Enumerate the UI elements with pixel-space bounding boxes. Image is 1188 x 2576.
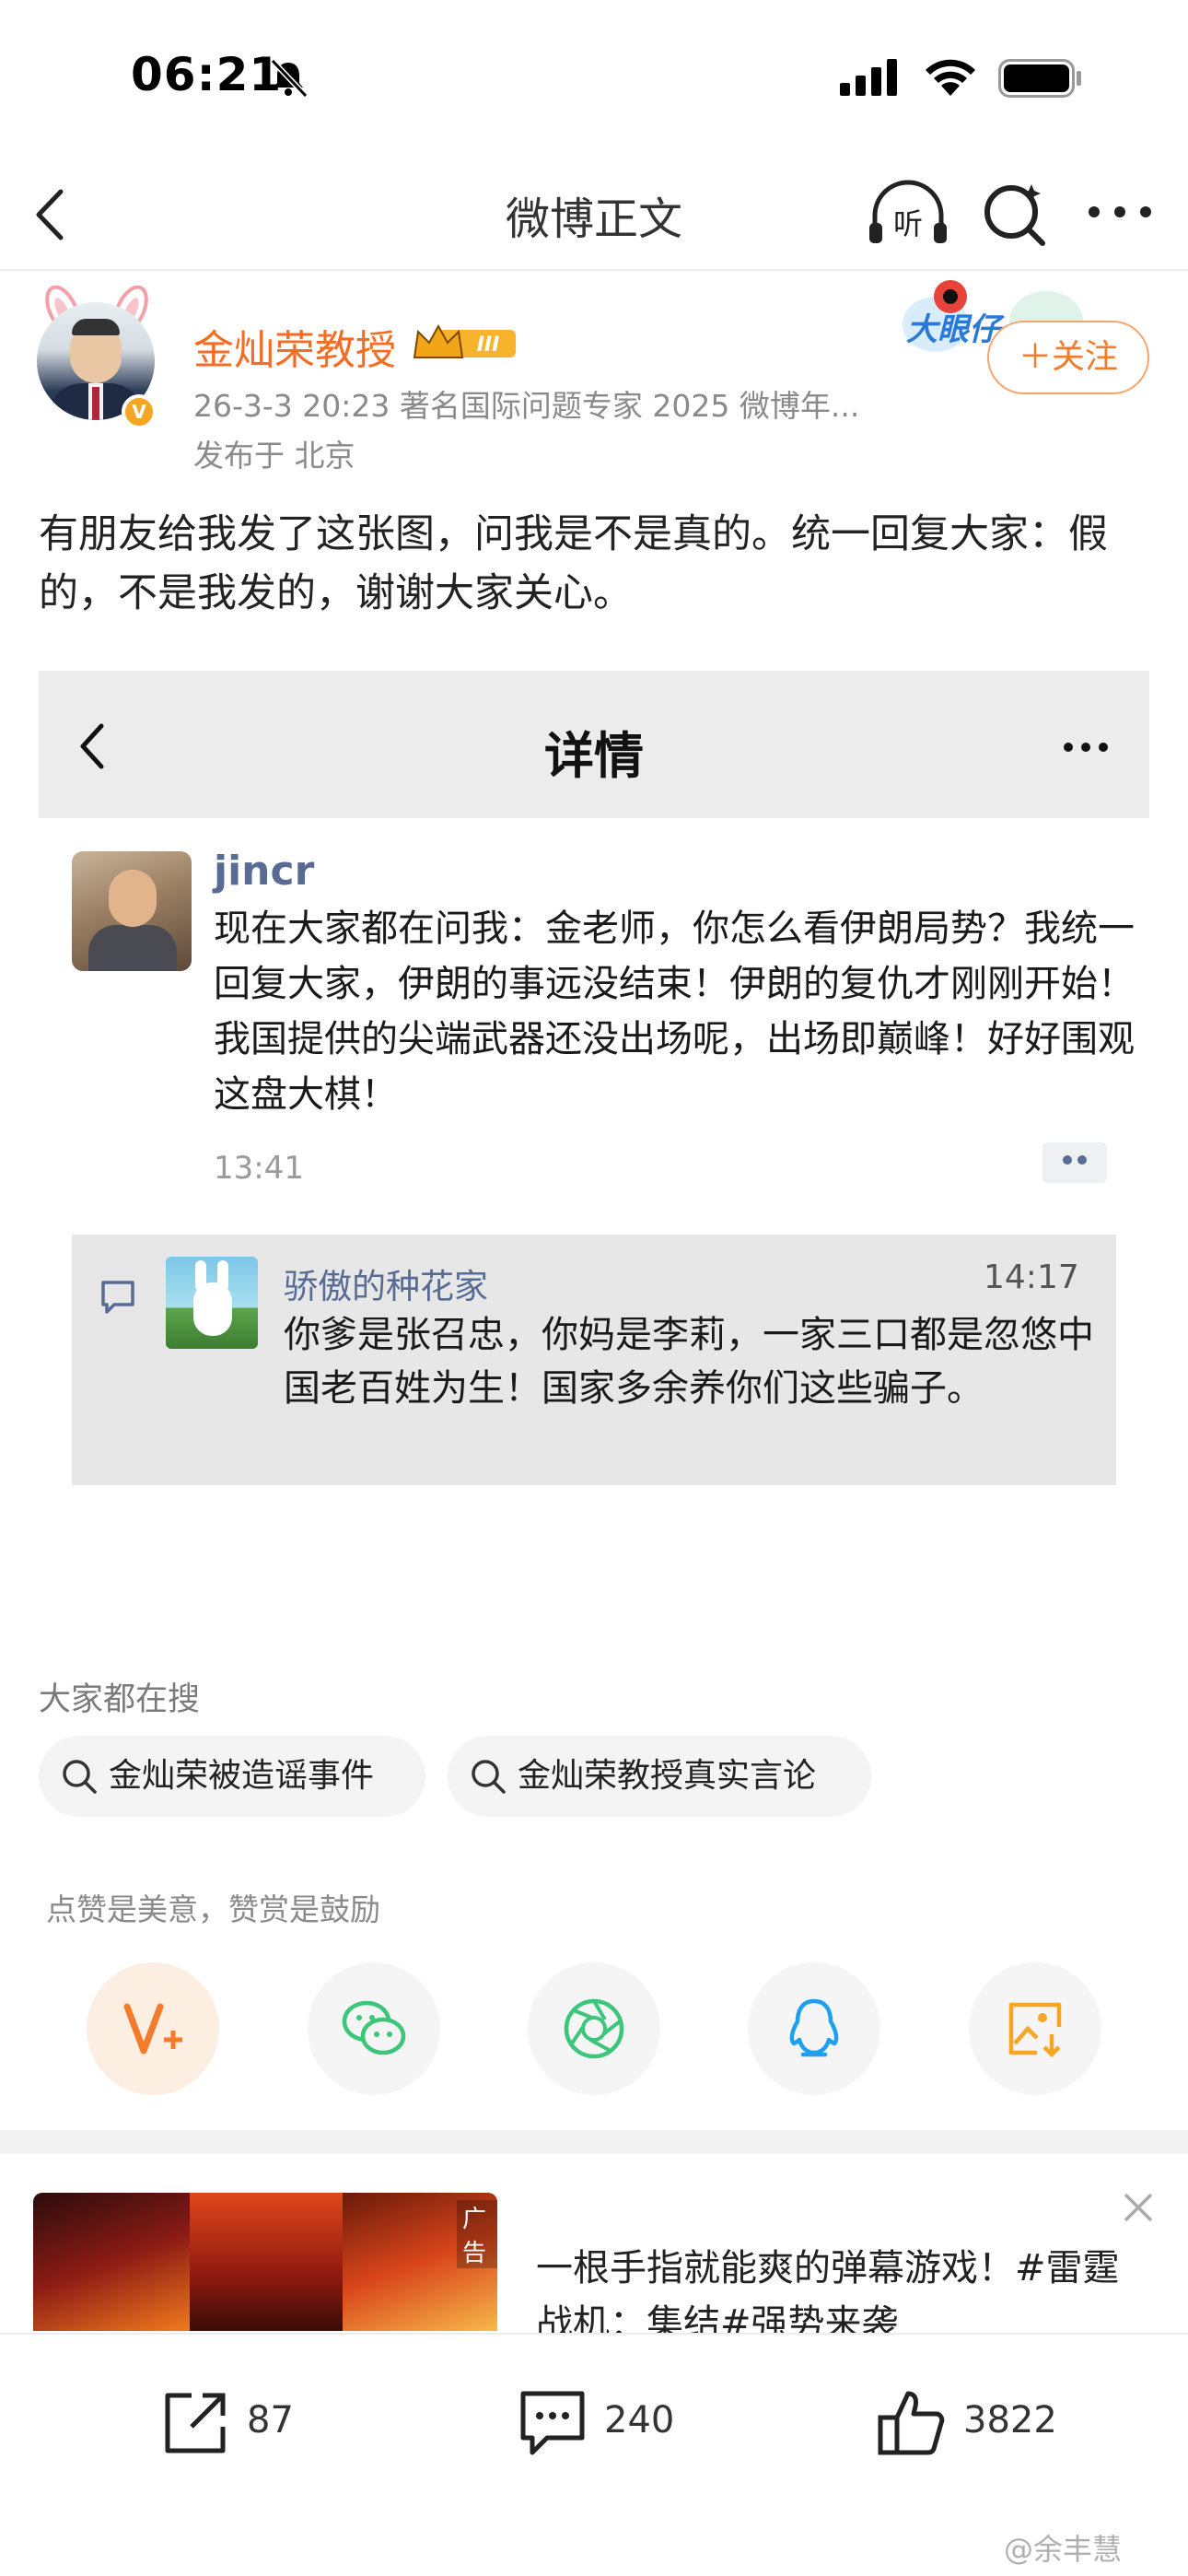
ad-tag: 广告 [457, 2200, 497, 2268]
embedded-post-time: 13:41 [214, 1150, 304, 1187]
reward-button[interactable] [87, 1962, 219, 2095]
embedded-title: 详情 [544, 727, 644, 785]
reply-user-avatar [166, 1257, 258, 1349]
comment-icon [520, 2391, 585, 2455]
search-icon [472, 1760, 506, 1794]
author-name[interactable]: 金灿荣教授 [193, 317, 396, 376]
search-chip[interactable]: 金灿荣教授真实言论 [448, 1736, 871, 1817]
post-meta: 26-3-3 20:23 著名国际问题专家 2025 微博年... [193, 388, 860, 424]
battery-icon [998, 59, 1081, 98]
embedded-post-text: 现在大家都在问我：金老师，你怎么看伊朗局势？我统一回复大家，伊朗的事远没结束！伊… [214, 907, 1135, 1116]
level-badge-text: III [477, 334, 500, 357]
save-image-icon [1008, 2002, 1062, 2058]
post-text: 有朋友给我发了这张图，问我是不是真的。统一回复大家：假的，不是我发的，谢谢大家关… [39, 511, 1108, 616]
sticker-text: 大眼仔 [906, 311, 1000, 348]
vip-crown-badge-icon: III [413, 323, 516, 358]
moments-icon [564, 1998, 624, 2059]
share-moments-button[interactable] [528, 1962, 660, 2095]
status-bar: 06:21 [0, 0, 1188, 157]
repost-count: 87 [247, 2399, 294, 2441]
section-divider [0, 2130, 1188, 2154]
embedded-screenshot-image[interactable]: 详情 jincr 现在大家都在问我：金老师，你怎么看伊朗局势？我统一回复大家，伊… [39, 671, 1149, 1629]
close-icon[interactable] [1120, 2189, 1157, 2226]
comment-count: 240 [604, 2399, 675, 2441]
comment-bubble-icon [101, 1281, 134, 1314]
ad-image[interactable]: 广告 [33, 2193, 497, 2331]
more-options-icon[interactable] [1087, 203, 1153, 221]
trending-search-title: 大家都在搜 [39, 1681, 201, 1718]
reply-time: 14:17 [984, 1259, 1079, 1296]
top-nav-bar: 微博正文 听 [0, 157, 1188, 271]
share-row [0, 1962, 1188, 2101]
search-icon [63, 1760, 97, 1794]
embedded-more-icon [1064, 743, 1108, 752]
search-chip-label: 金灿荣被造谣事件 [109, 1757, 375, 1795]
embedded-header: 详情 [39, 671, 1149, 818]
embedded-user-avatar [72, 851, 192, 971]
embedded-username: jincr [214, 848, 315, 895]
share-wechat-button[interactable] [308, 1962, 440, 2095]
status-time: 06:21 [131, 48, 283, 101]
save-image-button[interactable] [969, 1962, 1101, 2095]
watermark: @余丰慧 [1004, 2532, 1123, 2567]
share-qq-button[interactable] [748, 1962, 880, 2095]
wechat-icon [342, 2000, 406, 2055]
follow-button[interactable]: ＋关注 [987, 321, 1149, 394]
repost-icon [165, 2393, 226, 2453]
search-icon[interactable] [978, 177, 1052, 251]
bottom-action-bar: 87 240 3822 @余丰慧 [0, 2333, 1188, 2576]
reply-text: 你爹是张召忠，你妈是李莉，一家三口都是忽悠中国老百姓为生！国家多余养你们这些骗子… [284, 1314, 1094, 1410]
like-count: 3822 [963, 2399, 1057, 2441]
embedded-reply: 骄傲的种花家 14:17 你爹是张召忠，你妈是李莉，一家三口都是忽悠中国老百姓为… [72, 1235, 1116, 1485]
qq-icon [789, 1998, 839, 2057]
reward-prompt: 点赞是美意，赞赏是鼓励 [46, 1891, 380, 1927]
verified-badge-icon: V [122, 394, 157, 429]
search-chip-label: 金灿荣教授真实言论 [518, 1757, 817, 1795]
cellular-signal-icon [840, 59, 897, 96]
search-chip[interactable]: 金灿荣被造谣事件 [39, 1736, 425, 1817]
reply-username: 骄傲的种花家 [284, 1267, 488, 1306]
reward-icon [123, 2003, 182, 2055]
post-location: 发布于 北京 [193, 438, 355, 474]
embedded-comment-dots-icon [1042, 1142, 1107, 1183]
thumbs-up-icon [878, 2391, 945, 2455]
wifi-icon [926, 59, 975, 96]
listen-label: 听 [893, 206, 923, 241]
listen-icon[interactable]: 听 [866, 177, 950, 251]
bell-muted-icon [270, 58, 309, 99]
ad-text[interactable]: 一根手指就能爽的弹幕游戏！#雷霆战机：集结#强势来袭 [536, 2241, 1125, 2333]
